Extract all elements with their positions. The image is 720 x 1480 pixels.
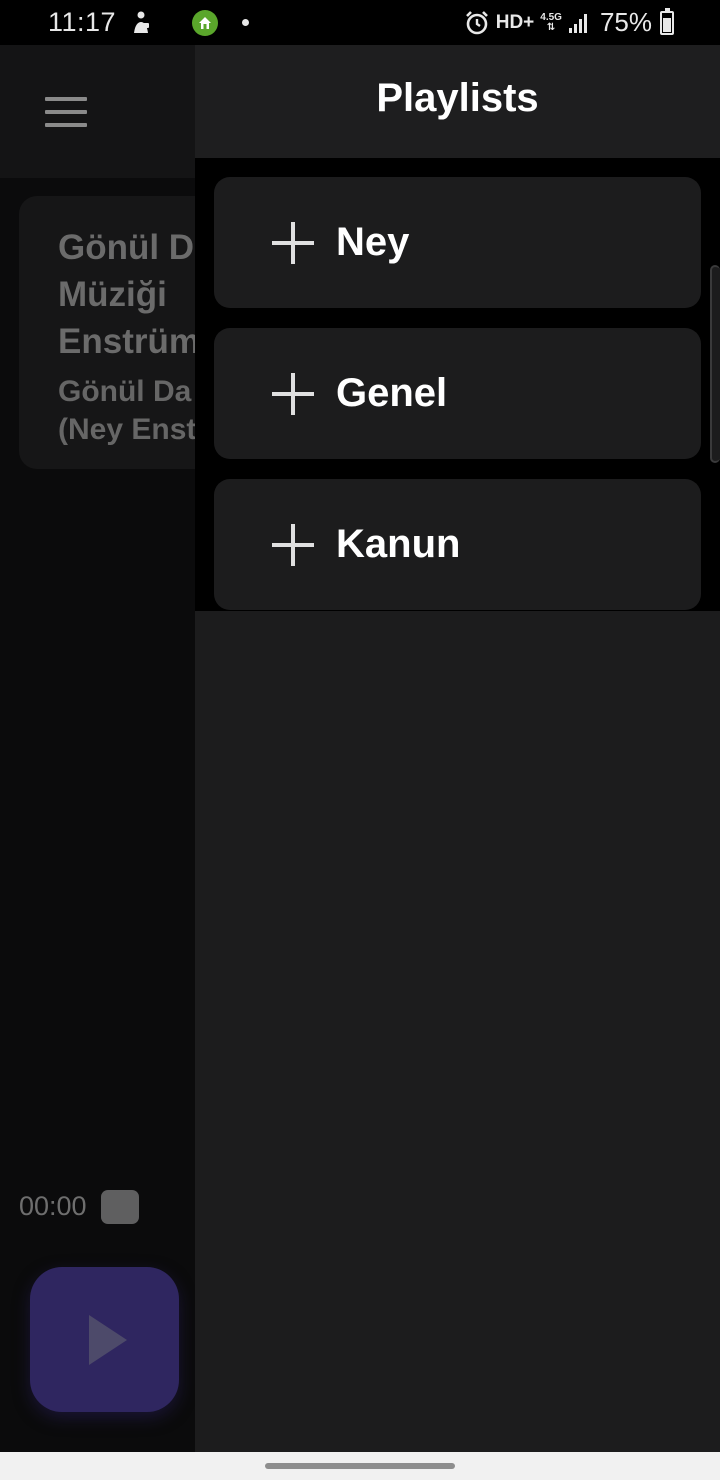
background-app-bar: [0, 45, 195, 178]
playlist-list: Ney Genel Kanun: [195, 158, 720, 611]
status-left-icons: [130, 9, 250, 36]
elapsed-time: 00:00: [19, 1191, 87, 1221]
alarm-icon: [465, 10, 488, 34]
now-playing-card[interactable]: Gönül D Müziği Enstrüm Gönül Da (Ney Ens…: [19, 196, 219, 469]
network-type-text: 4.5G: [540, 11, 562, 23]
playlist-label: Ney: [336, 220, 410, 264]
accessibility-person-icon: [134, 11, 150, 33]
drawer-header: Playlists: [195, 45, 720, 158]
background-player: Gönül D Müziği Enstrüm Gönül Da (Ney Ens…: [0, 45, 219, 1452]
playlist-label: Genel: [336, 371, 448, 415]
battery-charging-icon: [660, 7, 674, 35]
home-app-icon: [192, 9, 219, 36]
network-type-label: 4.5G ⇅: [540, 11, 562, 33]
battery-percent: 75%: [599, 7, 652, 37]
play-button[interactable]: [30, 1267, 179, 1412]
drawer-title: Playlists: [376, 76, 539, 120]
status-time: 11:17: [48, 7, 117, 37]
status-bar: 11:17 HD+ 4.5G ⇅ 75%: [0, 0, 720, 45]
playlist-item-kanun[interactable]: Kanun: [214, 479, 701, 610]
progress-thumb[interactable]: [101, 1190, 139, 1224]
notification-dot-icon: [242, 19, 250, 26]
play-icon: [88, 1314, 127, 1365]
playlists-drawer: Playlists Ney Genel Kanun: [195, 45, 720, 1452]
playlist-item-genel[interactable]: Genel: [214, 328, 701, 459]
signal-icon: [568, 13, 587, 33]
playlist-label: Kanun: [336, 522, 461, 566]
plus-icon: [272, 372, 314, 415]
plus-icon: [272, 523, 314, 566]
network-hd-label: HD+: [495, 11, 535, 33]
playlist-item-ney[interactable]: Ney: [214, 177, 701, 308]
scrollbar[interactable]: [710, 265, 720, 463]
plus-icon: [272, 221, 314, 264]
hamburger-menu-icon[interactable]: [45, 97, 87, 127]
status-right-icons: HD+ 4.5G ⇅ 75%: [464, 7, 674, 38]
home-gesture-handle[interactable]: [265, 1463, 455, 1469]
gesture-nav-bar: [0, 1452, 720, 1480]
screen: 11:17 HD+ 4.5G ⇅ 75% Gönül D Müziği Enst…: [0, 0, 720, 1480]
